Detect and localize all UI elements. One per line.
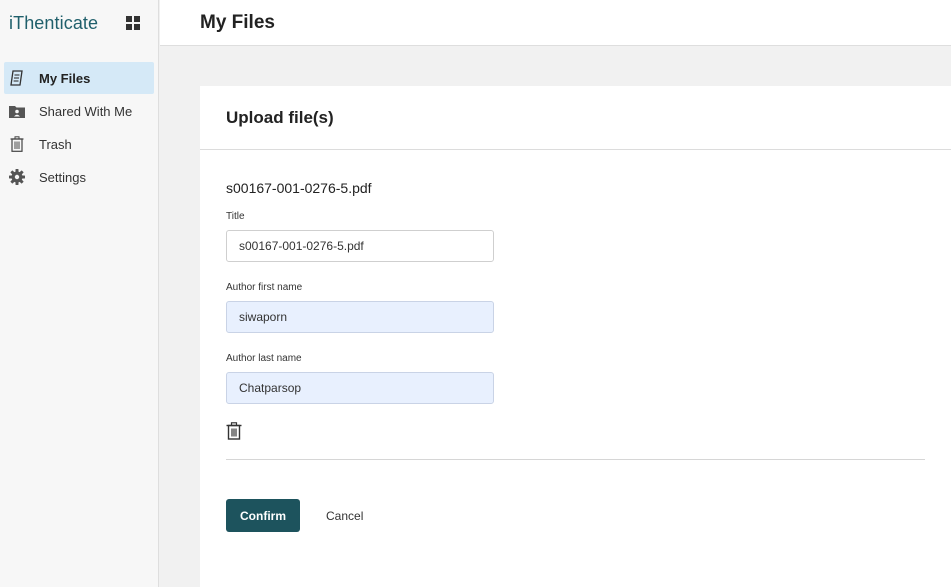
- sidebar-item-my-files[interactable]: My Files: [4, 62, 154, 94]
- app-window: iThenticate My Files Shared With Me Tras…: [0, 0, 951, 587]
- gear-icon: [9, 169, 25, 185]
- author-first-name-input[interactable]: [226, 301, 494, 333]
- sidebar-item-label: My Files: [39, 70, 91, 86]
- author-last-name-input[interactable]: [226, 372, 494, 404]
- top-header: My Files: [160, 0, 951, 46]
- upload-title: Upload file(s): [226, 107, 334, 127]
- trash-icon: [9, 136, 25, 152]
- last-name-label: Author last name: [226, 353, 302, 364]
- upload-panel: Upload file(s) s00167-001-0276-5.pdf Tit…: [200, 86, 951, 587]
- confirm-button[interactable]: Confirm: [226, 499, 300, 532]
- sidebar-item-trash[interactable]: Trash: [4, 128, 154, 160]
- delete-file-icon[interactable]: [226, 422, 242, 440]
- title-label: Title: [226, 211, 245, 222]
- brand-logo[interactable]: iThenticate: [9, 13, 98, 34]
- form-divider: [226, 459, 925, 460]
- apps-grid-icon[interactable]: [126, 16, 140, 30]
- sidebar-item-label: Shared With Me: [39, 103, 133, 119]
- first-name-label: Author first name: [226, 282, 303, 293]
- upload-panel-header: Upload file(s): [200, 86, 951, 150]
- cancel-button[interactable]: Cancel: [320, 508, 369, 524]
- upload-form: s00167-001-0276-5.pdf Title Author first…: [200, 150, 951, 532]
- title-input[interactable]: [226, 230, 494, 262]
- sidebar: iThenticate My Files Shared With Me Tras…: [0, 0, 159, 587]
- sidebar-item-label: Settings: [39, 169, 86, 185]
- form-actions: Confirm Cancel: [226, 499, 925, 532]
- sidebar-item-label: Trash: [39, 136, 72, 152]
- page-title: My Files: [200, 11, 275, 33]
- brand-row: iThenticate: [0, 0, 158, 46]
- sidebar-nav: My Files Shared With Me Trash Settings: [0, 62, 158, 193]
- shared-folder-icon: [9, 103, 25, 119]
- my-files-icon: [9, 70, 25, 86]
- sidebar-item-settings[interactable]: Settings: [4, 161, 154, 193]
- file-name: s00167-001-0276-5.pdf: [226, 180, 372, 196]
- sidebar-item-shared-with-me[interactable]: Shared With Me: [4, 95, 154, 127]
